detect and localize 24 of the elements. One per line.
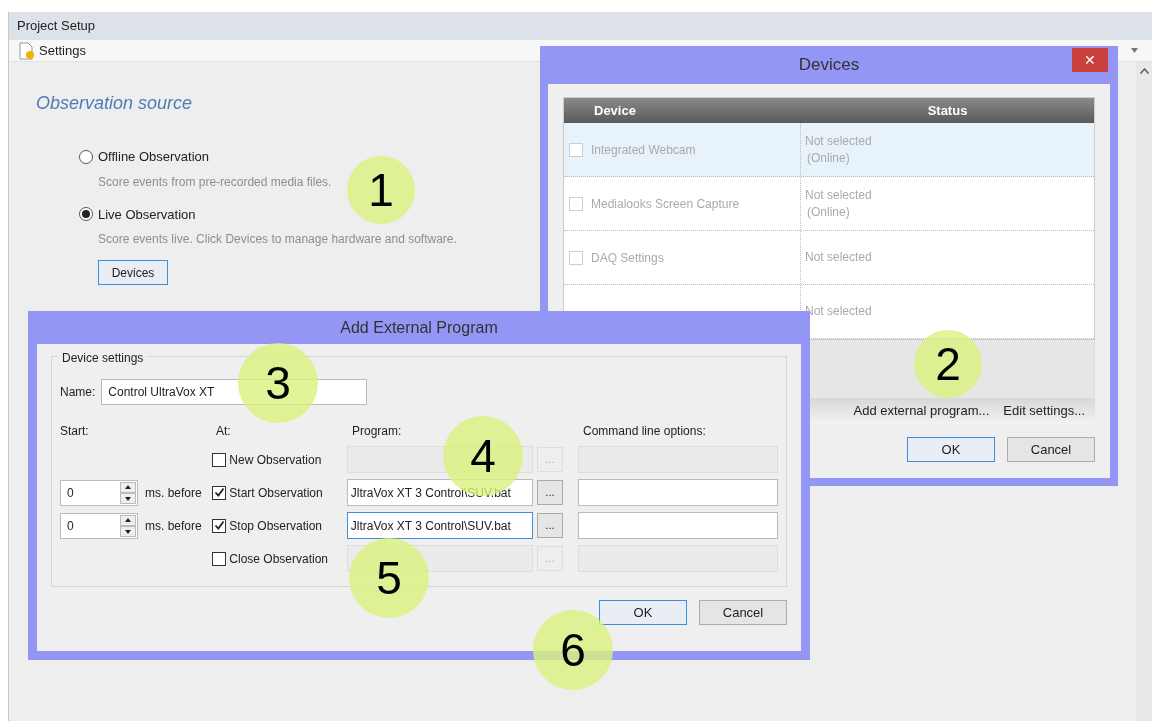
dialog-title: Add External Program [339,317,499,338]
callout-marker: 1 [347,156,415,224]
field-label: Name: [60,384,96,401]
device-status: Not selected [805,132,873,150]
column-header: Device [593,101,637,120]
device-name: Integrated Webcam [591,141,696,159]
column-header: Status [926,101,969,120]
option-description: Score events live. Click Devices to manage hardware and software. [98,231,457,248]
section-heading: Observation source [36,92,193,115]
device-status: (Online) [806,203,851,221]
device-status: Not selected [805,249,873,266]
column-label: Program: [352,423,403,440]
device-status: Not selected [805,186,873,204]
device-name: DAQ Settings [591,249,664,267]
unit-label: ms. before [145,484,202,502]
device-status: (Online) [806,149,851,167]
column-label: At: [216,423,232,440]
dialog-title: Devices [798,54,860,77]
column-label: Start: [60,423,90,440]
window-title: Project Setup [9,12,1152,40]
option-description: Score events from pre-recorded media files. [98,173,332,191]
column-label: Command line options: [583,423,706,440]
device-name: Medialooks Screen Capture [591,195,740,213]
unit-label: ms. before [145,517,202,535]
